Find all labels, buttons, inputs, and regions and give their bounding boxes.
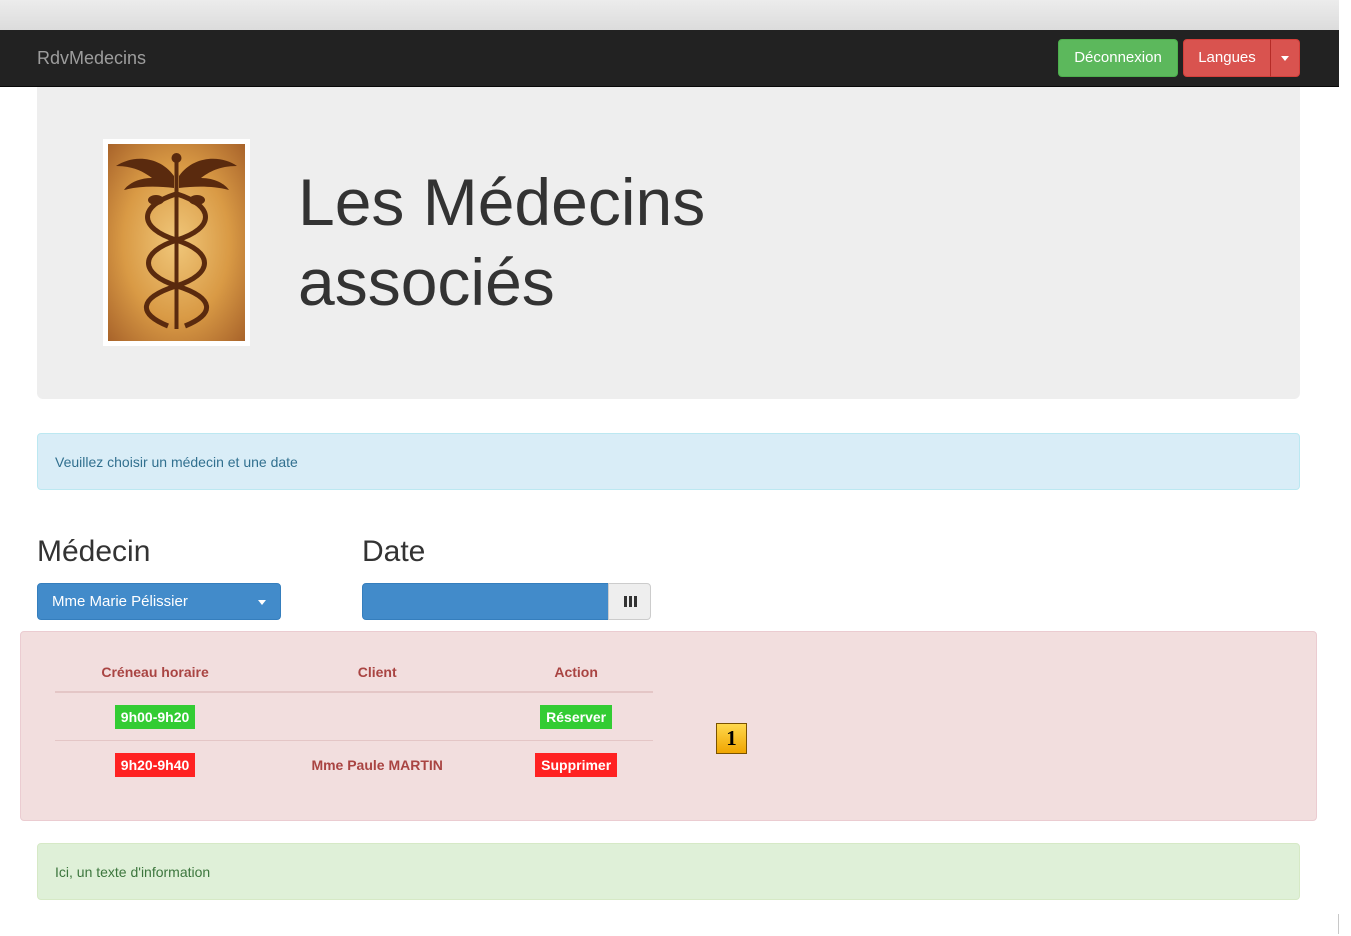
client-cell: Mme Paule MARTIN (255, 740, 500, 788)
slots-panel: Créneau horaire Client Action 9h00-9h20 … (20, 631, 1317, 821)
slots-table: Créneau horaire Client Action 9h00-9h20 … (55, 652, 653, 788)
languages-dropdown-toggle[interactable] (1270, 39, 1300, 77)
top-navbar: RdvMedecins Déconnexion Langues (0, 30, 1339, 87)
column-header-client: Client (255, 652, 500, 693)
client-cell (255, 692, 499, 741)
slot-badge: 9h00-9h20 (114, 704, 196, 729)
delete-button[interactable]: Supprimer (535, 752, 618, 777)
table-row: 9h00-9h20 Réserver (55, 692, 653, 741)
doctor-label: Médecin (37, 535, 151, 568)
caduceus-icon (108, 144, 245, 341)
caduceus-logo (103, 139, 250, 346)
browser-chrome-strip (0, 0, 1339, 30)
action-cell: Supprimer (499, 740, 653, 788)
slot-cell: 9h20-9h40 (55, 740, 256, 788)
page-edge-divider (1338, 914, 1339, 934)
annotation-marker: 1 (716, 723, 747, 754)
doctor-select-value: Mme Marie Pélissier (52, 593, 188, 610)
jumbotron: Les Médecins associés (37, 87, 1300, 399)
page-title-line2: associés (298, 245, 555, 319)
date-label: Date (362, 535, 426, 568)
reserve-button[interactable]: Réserver (540, 704, 613, 729)
chevron-down-icon (1281, 55, 1289, 61)
languages-button[interactable]: Langues (1183, 39, 1271, 77)
navbar-brand[interactable]: RdvMedecins (37, 48, 146, 69)
date-input[interactable] (362, 583, 609, 620)
slot-badge: 9h20-9h40 (114, 752, 196, 777)
page-title: Les Médecins associés (298, 162, 898, 322)
calendar-grid-icon (624, 596, 637, 607)
column-header-action: Action (499, 652, 653, 693)
column-header-slot: Créneau horaire (55, 652, 256, 693)
calendar-button[interactable] (608, 583, 651, 620)
chevron-down-icon (258, 600, 266, 605)
table-row: 9h20-9h40 Mme Paule MARTIN Supprimer (55, 740, 653, 788)
doctor-select[interactable]: Mme Marie Pélissier (37, 583, 281, 620)
logout-button[interactable]: Déconnexion (1058, 39, 1178, 77)
page-title-line1: Les Médecins (298, 165, 706, 239)
info-alert: Veuillez choisir un médecin et une date (37, 433, 1300, 490)
slot-cell: 9h00-9h20 (55, 692, 255, 741)
success-alert: Ici, un texte d'information (37, 843, 1300, 900)
table-header-row: Créneau horaire Client Action (55, 652, 653, 693)
action-cell: Réserver (499, 692, 653, 741)
